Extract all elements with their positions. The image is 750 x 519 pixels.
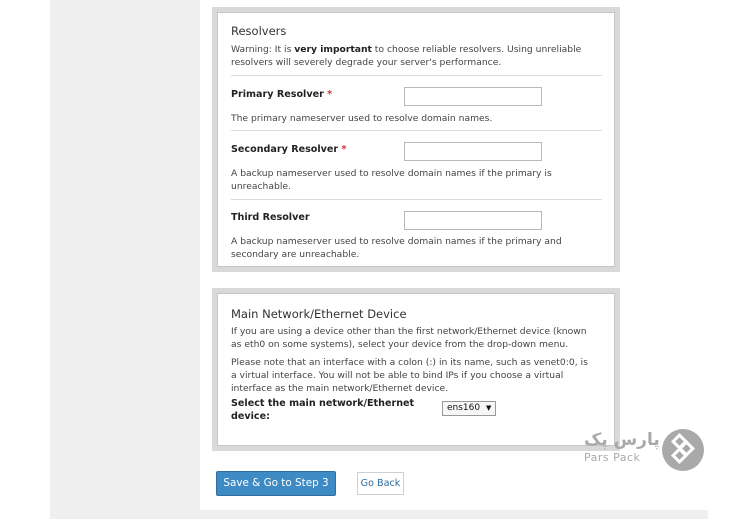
secondary-resolver-label: Secondary Resolver *	[231, 144, 347, 155]
required-marker: *	[341, 144, 347, 155]
network-device-select[interactable]: ens160 ▼	[442, 401, 497, 416]
network-device-panel-body: Main Network/Ethernet Device If you are …	[217, 293, 615, 446]
warning-emphasis: very important	[294, 44, 372, 55]
divider	[231, 130, 602, 131]
resolvers-panel: Resolvers Warning: It is very important …	[212, 7, 620, 272]
divider	[231, 75, 602, 76]
network-note-2: Please note that an interface with a col…	[231, 357, 588, 394]
resolvers-warning: Warning: It is very important to choose …	[231, 43, 591, 69]
primary-resolver-help: The primary nameserver used to resolve d…	[231, 113, 493, 124]
primary-resolver-input[interactable]	[404, 87, 542, 106]
primary-resolver-label: Primary Resolver *	[231, 89, 333, 100]
parspack-watermark: پارس پک Pars Pack	[582, 428, 706, 471]
selected-device-value: ens160	[447, 403, 481, 413]
network-title: Main Network/Ethernet Device	[231, 307, 407, 321]
resolvers-panel-body: Resolvers Warning: It is very important …	[217, 12, 615, 267]
secondary-resolver-input[interactable]	[404, 142, 542, 161]
watermark-text-fa: پارس پک	[584, 430, 660, 450]
required-marker: *	[327, 89, 333, 100]
network-note-1: If you are using a device other than the…	[231, 326, 587, 350]
left-gutter	[50, 0, 200, 519]
right-margin	[708, 0, 750, 519]
left-margin	[0, 0, 50, 519]
watermark-text-en: Pars Pack	[584, 451, 641, 464]
network-device-panel: Main Network/Ethernet Device If you are …	[212, 288, 620, 451]
secondary-resolver-help: A backup nameserver used to resolve doma…	[231, 168, 552, 192]
resolvers-title: Resolvers	[231, 24, 287, 38]
go-back-button[interactable]: Go Back	[357, 472, 404, 495]
save-and-continue-button[interactable]: Save & Go to Step 3	[216, 471, 336, 496]
network-select-label: Select the main network/Ethernet device:	[231, 398, 415, 422]
bottom-gutter	[50, 510, 708, 519]
warning-text-start: Warning: It is	[231, 44, 295, 55]
third-resolver-input[interactable]	[404, 211, 542, 230]
third-resolver-help: A backup nameserver used to resolve doma…	[231, 236, 562, 260]
third-resolver-label: Third Resolver	[231, 212, 310, 223]
chevron-down-icon: ▼	[485, 404, 492, 412]
parspack-logo-icon	[662, 429, 704, 471]
divider	[231, 199, 602, 200]
